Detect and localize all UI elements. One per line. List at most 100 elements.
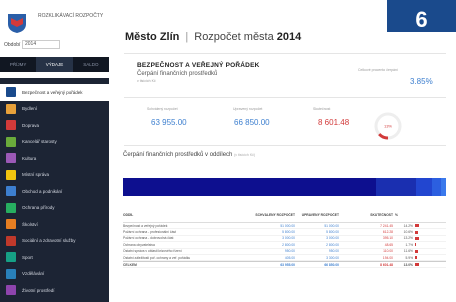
sidebar-item[interactable]: Školství <box>0 216 109 233</box>
pct-bar <box>415 263 419 267</box>
house-icon <box>6 103 16 114</box>
sidebar-item-label: Místní správa <box>22 172 50 178</box>
kpi-adjusted-value: 66 850.00 <box>234 118 270 127</box>
col-header-pct[interactable]: % <box>395 213 446 217</box>
sidebar-item[interactable]: Bydlení <box>0 101 109 118</box>
sidebar-item-label: Životní prostředí <box>22 287 55 293</box>
cell-schvaleny: 950.00 <box>284 249 295 254</box>
sidebar-item[interactable]: Životní prostředí <box>0 282 109 299</box>
period-label: Období <box>4 42 21 48</box>
tab-saldo[interactable]: SALDO <box>73 57 109 72</box>
sidebar-item[interactable]: Místní správa <box>0 167 109 184</box>
cell-pct: 10.6% <box>395 230 446 234</box>
cell-upraveny: 3 300.00 <box>326 255 339 260</box>
cell-skutecnost: 194.00 <box>382 255 393 260</box>
sidebar-item-label: Kultura <box>22 155 37 161</box>
sidebar-item[interactable]: Sport <box>0 249 109 266</box>
col-header-upraveny[interactable]: UPRAVENÝ ROZPOČET <box>297 213 341 217</box>
car-icon <box>6 120 16 131</box>
cell-upraveny: 5 800.00 <box>326 230 339 235</box>
col-header-schvaleny[interactable]: SCHVÁLENÝ ROZPOČET <box>253 213 297 217</box>
kpi-approved-label: Schválený rozpočet <box>147 107 178 111</box>
divider <box>124 97 446 98</box>
page-title: Město Zlín | Rozpočet města 2014 <box>125 31 301 43</box>
cell-skutecnost: 110.00 <box>383 249 393 254</box>
sidebar-nav: Bezpečnost a veřejný pořádek Bydlení Dopra… <box>0 84 109 299</box>
cell-upraveny: 66 850.00 <box>324 262 339 267</box>
section-subtitle: Čerpání finančních prostředků <box>137 71 218 77</box>
sidebar-item[interactable]: Bezpečnost a veřejný pořádek <box>0 84 109 101</box>
period-select[interactable]: 2014 <box>22 40 60 49</box>
cell-skutecnost: 48.65 <box>384 242 393 247</box>
cell-skutecnost: 612.28 <box>382 230 393 235</box>
table-header: ODDÍL SCHVÁLENÝ ROZPOČET UPRAVENÝ ROZPOČ… <box>123 207 446 223</box>
health-icon <box>6 235 16 246</box>
sidebar: ROZKLIKÁVACÍ ROZPOČTY Období 2014 PŘÍJMY… <box>0 0 109 302</box>
sidebar-item-label: Bydlení <box>22 106 38 112</box>
cell-name: Ostatní záležitosti poř. ochrany a veř. … <box>123 255 191 260</box>
cell-pct: 13.2% <box>395 236 446 240</box>
cell-schvaleny: 3 000.00 <box>282 236 295 241</box>
pct-text: 10.6% <box>403 230 413 235</box>
shop-icon <box>6 186 16 197</box>
bar-segment[interactable] <box>416 178 432 196</box>
chart-title: Čerpání finančních prostředků v oddílech… <box>123 152 255 158</box>
pct-bar <box>415 243 416 247</box>
col-header-oddil[interactable]: ODDÍL <box>123 213 253 217</box>
shield-icon <box>6 87 16 98</box>
sidebar-item-label: Doprava <box>22 122 40 128</box>
office-icon <box>6 136 16 147</box>
pct-bar <box>415 224 419 228</box>
sidebar-item[interactable]: Kultura <box>0 150 109 167</box>
gauge-chart: 13% <box>374 112 402 140</box>
pct-bar <box>415 236 419 240</box>
cell-name: Požární ochrana - profesionální část <box>123 230 176 235</box>
col-header-skutecnost[interactable]: SKUTEČNOST <box>341 213 395 217</box>
total-pct-label: Celkové procento čerpání <box>358 68 398 72</box>
budget-tabs: PŘÍJMY VÝDAJE SALDO <box>0 57 109 72</box>
building-icon <box>6 169 16 180</box>
cell-name: Ostatní správa v oblasti krizového řízen… <box>123 249 182 254</box>
stacked-bar-chart[interactable] <box>123 178 446 196</box>
app-logo-text: ROZKLIKÁVACÍ ROZPOČTY <box>38 13 104 19</box>
pct-text: 13.2% <box>403 236 413 241</box>
cell-schvaleny: 51 000.00 <box>280 223 295 228</box>
tab-vydaje[interactable]: VÝDAJE <box>36 57 73 72</box>
cell-upraveny: 2 800.00 <box>326 242 339 247</box>
sidebar-item[interactable]: Sociální a zdravotní služby <box>0 233 109 250</box>
chart-title-text: Čerpání finančních prostředků v oddílech <box>123 152 233 158</box>
corner-badge: 6 <box>387 0 456 32</box>
cell-skutecnost: 8 601.48 <box>380 262 393 267</box>
ball-icon <box>6 252 16 263</box>
bar-segment[interactable] <box>432 178 441 196</box>
theater-icon <box>6 153 16 164</box>
sidebar-item[interactable]: Doprava <box>0 117 109 134</box>
sidebar-item-label: Ochrana přírody <box>22 205 55 211</box>
cell-pct: 14.2% <box>395 224 446 228</box>
school-icon <box>6 219 16 230</box>
pct-bar <box>415 256 417 260</box>
cell-pct: 5.9% <box>395 256 446 260</box>
sidebar-item[interactable]: Vzdělávání <box>0 266 109 283</box>
divider <box>124 53 446 54</box>
cell-name: CELKEM <box>123 262 137 267</box>
sidebar-item[interactable]: Obchod a podnikání <box>0 183 109 200</box>
table-total-row[interactable]: CELKEM 63 955.00 66 850.00 8 601.48 13.0% <box>123 261 446 268</box>
bar-segment[interactable] <box>441 178 446 196</box>
sidebar-item-label: Sociální a zdravotní služby <box>22 238 76 244</box>
cell-skutecnost: 395.10 <box>382 236 393 241</box>
cell-name: Bezpečnost a veřejný pořádek <box>123 223 168 228</box>
tab-prijmy[interactable]: PŘÍJMY <box>0 57 36 72</box>
bar-segment[interactable] <box>376 178 416 196</box>
cell-pct: 1.7% <box>395 243 446 247</box>
city-name: Město Zlín <box>125 31 180 43</box>
leaf-icon <box>6 285 16 296</box>
kpi-actual-label: Skutečnost <box>313 107 331 111</box>
sidebar-item[interactable]: Ochrana přírody <box>0 200 109 217</box>
sidebar-item[interactable]: Kancelář starosty <box>0 134 109 151</box>
sidebar-item-label: Školství <box>22 221 38 227</box>
pct-text: 1.7% <box>405 242 413 247</box>
cell-schvaleny: 2 800.00 <box>282 242 295 247</box>
kpi-actual-value: 8 601.48 <box>318 118 350 127</box>
total-pct-value: 3.85% <box>410 77 433 86</box>
